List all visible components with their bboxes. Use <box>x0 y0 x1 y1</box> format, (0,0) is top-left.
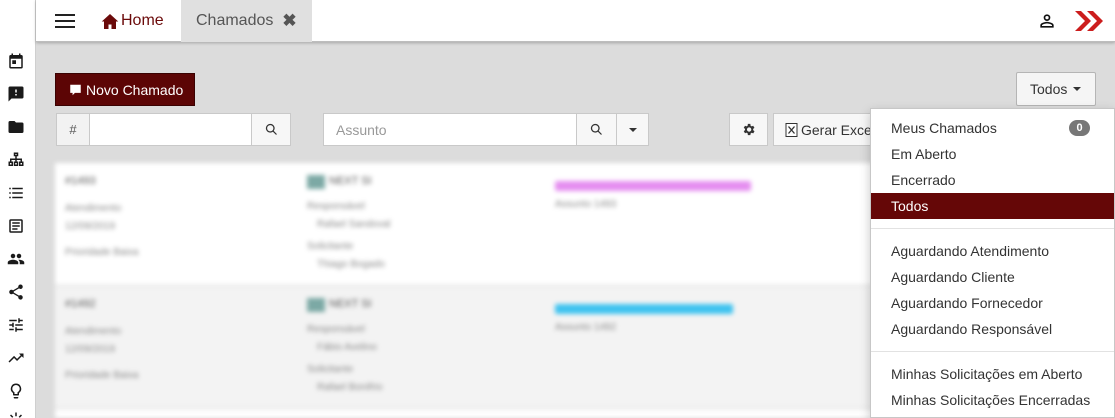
folder-icon[interactable] <box>7 118 25 136</box>
menu-item-label: Encerrado <box>891 172 956 188</box>
list-item: NEXT SI <box>329 175 372 187</box>
menu-item-todos[interactable]: Todos <box>871 193 1114 219</box>
menu-item-label: Todos <box>891 198 929 214</box>
list-item: Rafael Sandoval <box>317 219 391 230</box>
search-icon <box>265 123 277 135</box>
menu-item-label: Meus Chamados <box>891 120 997 136</box>
number-search-button[interactable] <box>251 113 291 146</box>
home-icon <box>101 13 119 29</box>
chevron-down-icon <box>1073 87 1082 91</box>
search-options-dropdown[interactable] <box>616 113 649 146</box>
side-rail <box>0 0 36 418</box>
list-icon[interactable] <box>7 184 25 202</box>
ticket-list: #1493 Atendimento 12/09/2019 Prioridade … <box>55 163 875 418</box>
share-icon[interactable] <box>7 283 25 301</box>
export-excel-label: Gerar Excel <box>801 121 875 138</box>
search-icon <box>590 123 602 135</box>
menu-item-label: Aguardando Atendimento <box>891 243 1050 259</box>
status-badge <box>555 304 733 314</box>
list-item: #1492 <box>65 298 96 310</box>
list-item: Atendimento <box>65 326 122 337</box>
count-badge: 0 <box>1069 120 1090 136</box>
table-row[interactable]: #1492 Atendimento 12/09/2019 Prioridade … <box>55 286 875 409</box>
new-ticket-label: Novo Chamado <box>86 81 184 98</box>
tab-home-label: Home <box>121 12 164 29</box>
list-item: Prioridade Baixa <box>65 370 139 381</box>
menu-item-label: Em Aberto <box>891 146 957 162</box>
menu-item-minhas-solicitacoes-encerradas[interactable]: Minhas Solicitações Encerradas <box>871 387 1114 413</box>
list-item: Solicitante <box>307 364 354 375</box>
menu-item-em-aberto[interactable]: Em Aberto <box>871 141 1114 167</box>
list-item: Assunto 1492 <box>555 322 617 333</box>
brand-logo-icon[interactable] <box>1073 8 1105 34</box>
list-item: Atendimento <box>65 203 122 214</box>
trending-up-icon[interactable] <box>7 349 25 367</box>
menu-item-label: Minhas Solicitações em Aberto <box>891 366 1083 382</box>
menu-item-label: Aguardando Fornecedor <box>891 295 1043 311</box>
menu-item-encerrado[interactable]: Encerrado <box>871 167 1114 193</box>
list-item: 12/09/2019 <box>65 344 116 355</box>
subject-search-button[interactable] <box>576 113 617 146</box>
close-icon[interactable]: ✖ <box>282 11 296 31</box>
list-item: Fábio Avelino <box>317 342 377 353</box>
feedback-icon[interactable] <box>7 85 25 103</box>
menu-item-label: Minhas Solicitações Encerradas <box>891 392 1091 408</box>
menu-item-aguardando-atendimento[interactable]: Aguardando Atendimento <box>871 238 1114 264</box>
avatar <box>307 298 325 312</box>
status-filter-menu: Meus Chamados 0 Em Aberto Encerrado Todo… <box>870 108 1115 418</box>
excel-file-icon <box>785 122 798 137</box>
new-ticket-button[interactable]: Novo Chamado <box>55 73 195 106</box>
menu-item-meus-chamados[interactable]: Meus Chamados 0 <box>871 115 1114 141</box>
gear-icon <box>743 123 755 136</box>
sitemap-icon[interactable] <box>7 151 25 169</box>
more-icon[interactable] <box>7 411 25 418</box>
status-filter-label: Todos <box>1030 81 1068 97</box>
list-item: Responsável <box>307 201 365 212</box>
list-item: 12/09/2019 <box>65 221 116 232</box>
list-item: Responsável <box>307 324 365 335</box>
list-item: Thiago Bogado <box>317 259 385 270</box>
top-bar: Home Chamados ✖ <box>36 0 1115 42</box>
calendar-icon[interactable] <box>7 52 25 70</box>
menu-item-aguardando-fornecedor[interactable]: Aguardando Fornecedor <box>871 290 1114 316</box>
list-item: #1493 <box>65 175 96 187</box>
chevron-down-icon <box>628 127 637 132</box>
menu-divider <box>871 351 1114 352</box>
menu-item-label: Aguardando Cliente <box>891 269 1015 285</box>
menu-divider <box>871 228 1114 229</box>
settings-button[interactable] <box>729 113 768 146</box>
table-row[interactable]: #1493 Atendimento 12/09/2019 Prioridade … <box>55 163 875 286</box>
tab-home[interactable]: Home <box>101 0 164 42</box>
menu-item-label: Aguardando Responsável <box>891 321 1053 337</box>
status-filter-dropdown[interactable]: Todos <box>1016 72 1096 106</box>
list-item: NEXT SI <box>329 298 372 310</box>
avatar <box>307 175 325 189</box>
subject-search-input[interactable] <box>323 113 577 146</box>
menu-icon[interactable] <box>55 12 75 30</box>
menu-item-aguardando-cliente[interactable]: Aguardando Cliente <box>871 264 1114 290</box>
list-item: Rafael Bonifrio <box>317 382 383 393</box>
list-item: Assunto 1493 <box>555 199 617 210</box>
tune-icon[interactable] <box>7 316 25 334</box>
people-icon[interactable] <box>7 250 25 268</box>
tab-chamados[interactable]: Chamados ✖ <box>181 0 312 42</box>
document-list-icon[interactable] <box>7 217 25 235</box>
tab-chamados-label: Chamados <box>196 12 274 29</box>
user-icon[interactable] <box>1037 11 1057 31</box>
status-badge <box>555 181 751 191</box>
list-item: Prioridade Baixa <box>65 247 139 258</box>
comment-icon <box>70 84 81 95</box>
lightbulb-icon[interactable] <box>7 382 25 400</box>
menu-item-minhas-solicitacoes-aberto[interactable]: Minhas Solicitações em Aberto <box>871 361 1114 387</box>
menu-item-aguardando-responsavel[interactable]: Aguardando Responsável <box>871 316 1114 342</box>
list-item: Solicitante <box>307 241 354 252</box>
ticket-number-input[interactable] <box>89 113 252 146</box>
export-excel-button[interactable]: Gerar Excel <box>773 113 883 146</box>
number-addon: # <box>56 113 90 146</box>
